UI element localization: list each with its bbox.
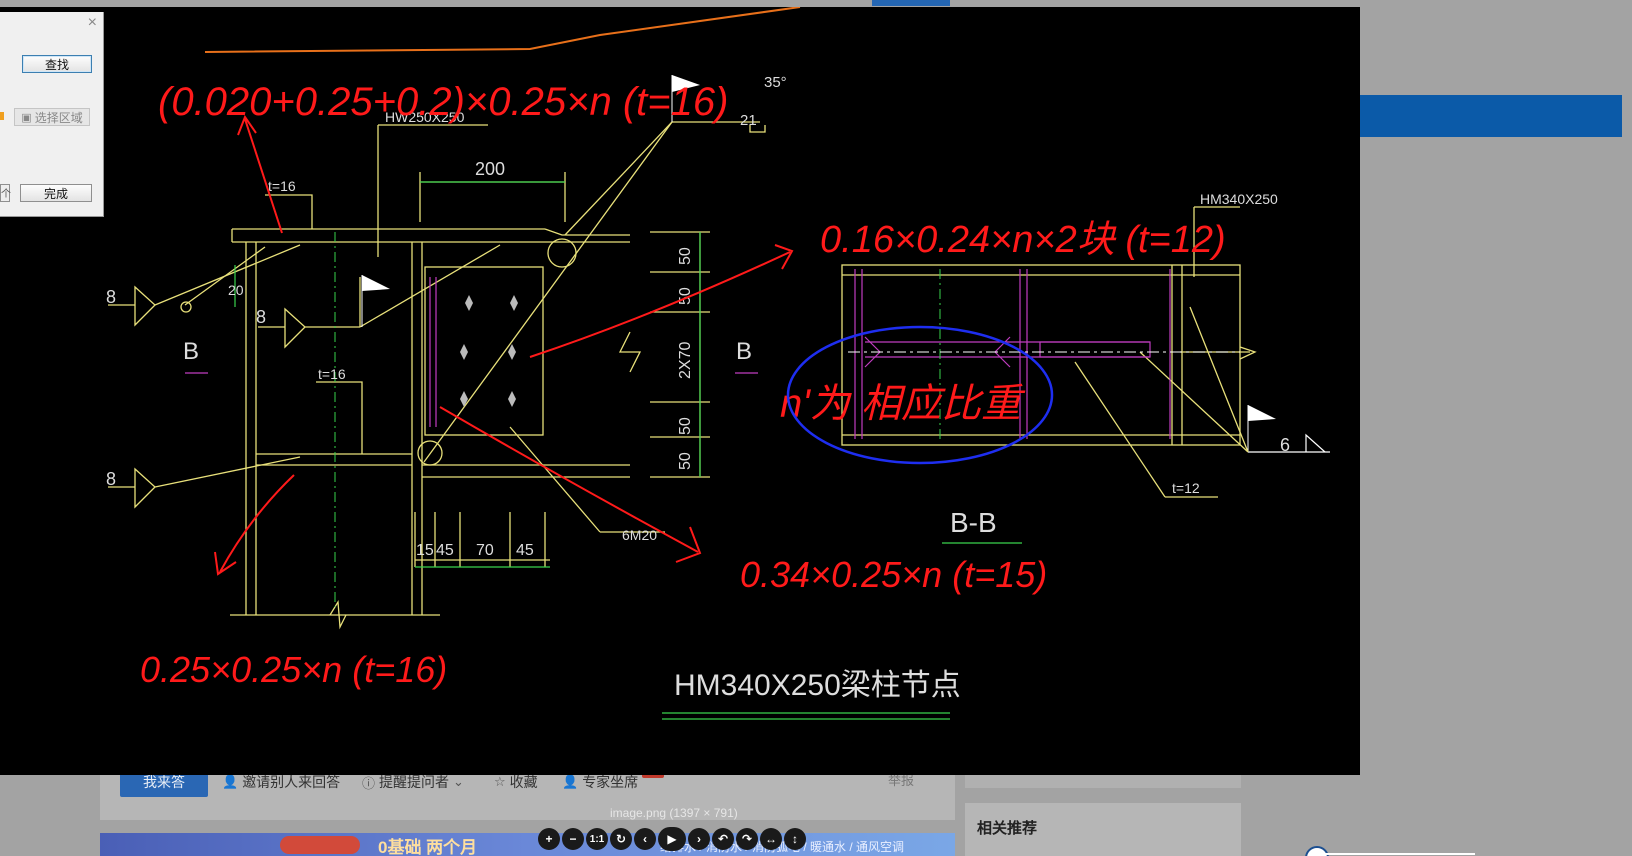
favorite-label: 收藏 xyxy=(509,774,538,790)
label-dim-15: 15 xyxy=(416,542,434,559)
play-button[interactable]: ▶ xyxy=(658,827,686,851)
close-icon[interactable]: × xyxy=(88,14,97,32)
related-recommend-title: 相关推荐 xyxy=(977,820,1038,837)
remind-icon: ⓘ xyxy=(362,775,376,791)
finish-button[interactable]: 完成 xyxy=(20,184,92,202)
invite-answer-link[interactable]: 👤 邀请别人来回答 xyxy=(222,772,340,792)
label-section-bb: B-B xyxy=(950,507,997,538)
rotate-right-button[interactable]: ↷ xyxy=(736,828,758,850)
select-area-label: 选择区域 xyxy=(34,110,83,125)
next-button[interactable]: › xyxy=(688,828,710,850)
rotate-left-button[interactable]: ↶ xyxy=(712,828,734,850)
actual-size-button[interactable]: 1:1 xyxy=(586,828,608,850)
label-dim-50c: 50 xyxy=(677,417,694,435)
find-button[interactable]: 查找 xyxy=(22,55,92,73)
find-dialog: × 查找 ▣ 选择区域 个 完成 xyxy=(0,12,104,217)
chevron-down-icon: ⌄ xyxy=(453,774,464,789)
annotation-circled-note: n'为 相应比重 xyxy=(780,382,1026,426)
right-banner xyxy=(1360,95,1622,137)
label-t12: t=12 xyxy=(1172,480,1200,496)
label-t16-top: t=16 xyxy=(268,178,296,194)
annotation-right-formula: 0.16×0.24×n×2块 (t=12) xyxy=(820,219,1226,261)
zoom-out-button[interactable]: − xyxy=(562,828,584,850)
label-dim-50d: 50 xyxy=(677,452,694,470)
label-title: HM340X250梁柱节点 xyxy=(674,669,961,702)
green-dims xyxy=(234,181,1022,720)
bolt-symbols xyxy=(460,295,518,407)
partial-button[interactable]: 个 xyxy=(0,184,11,202)
label-dim-50a: 50 xyxy=(677,247,694,265)
reset-button[interactable]: ↻ xyxy=(610,828,632,850)
invite-icon: 👤 xyxy=(222,774,239,789)
banner-tag xyxy=(280,836,360,854)
ad-banner[interactable]: 0基础 两个月 给排水 / 消防水 / 消防弧电 / 暖通水 / 通风空调 xyxy=(100,833,955,856)
label-weld-6: 6 xyxy=(1280,435,1290,455)
remind-label: 提醒提问者 xyxy=(379,774,450,790)
select-area-icon: ▣ xyxy=(21,111,32,124)
label-weld-8c: 8 xyxy=(256,307,266,327)
label-dim-70: 70 xyxy=(476,542,494,559)
expert-seat-link[interactable]: 👤 专家坐席 xyxy=(562,772,638,792)
label-dim-45a: 45 xyxy=(436,542,454,559)
label-hm-section: HM340X250 xyxy=(1200,191,1278,207)
label-weld-20: 20 xyxy=(228,282,244,298)
screen: 我来答 👤 邀请别人来回答 ⓘ 提醒提问者 ⌄ ☆ 收藏 👤 专家坐席 举报 相… xyxy=(0,0,1632,856)
label-angle-35: 35° xyxy=(764,74,787,91)
label-weld-8a: 8 xyxy=(106,287,116,307)
label-dim-200: 200 xyxy=(475,159,505,179)
flip-vertical-button[interactable]: ↕ xyxy=(784,828,806,850)
banner-text: 0基础 两个月 xyxy=(378,838,478,856)
favorite-link[interactable]: ☆ 收藏 xyxy=(494,772,538,792)
scroll-track xyxy=(1325,853,1475,855)
annotation-top-formula: (0.020+0.25+0.2)×0.25×n (t=16) xyxy=(158,80,728,124)
label-weld-8b: 8 xyxy=(106,469,116,489)
zoom-in-button[interactable]: + xyxy=(538,828,560,850)
annotation-bottom-formula: 0.25×0.25×n (t=16) xyxy=(140,649,447,690)
label-section-b-left: B xyxy=(183,338,199,365)
label-dim-45b: 45 xyxy=(516,542,534,559)
remind-asker-link[interactable]: ⓘ 提醒提问者 ⌄ xyxy=(362,772,464,792)
top-nav-accent xyxy=(872,0,950,6)
label-bolts: 6M20 xyxy=(622,527,657,543)
red-arrows xyxy=(214,114,794,576)
label-t16-mid: t=16 xyxy=(318,366,346,382)
cad-labels: HW250X250 HM340X250 200 t=16 t=16 t=12 2… xyxy=(106,74,1290,702)
star-icon: ☆ xyxy=(494,774,506,789)
label-dim-2x70: 2X70 xyxy=(677,342,694,379)
expert-icon: 👤 xyxy=(562,774,579,789)
select-area-button[interactable]: ▣ 选择区域 xyxy=(14,108,90,126)
annotation-middle-formula: 0.34×0.25×n (t=15) xyxy=(740,554,1047,595)
viewer-toolbar: + − 1:1 ↻ ‹ ▶ › ↶ ↷ ↔ ↕ xyxy=(538,826,806,852)
prev-button[interactable]: ‹ xyxy=(634,828,656,850)
label-section-b-right: B xyxy=(736,338,752,365)
image-caption: image.png (1397 × 791) xyxy=(610,806,738,820)
expert-label: 专家坐席 xyxy=(582,774,639,790)
flip-horizontal-button[interactable]: ↔ xyxy=(760,828,782,850)
cad-drawing-svg: HW250X250 HM340X250 200 t=16 t=16 t=12 2… xyxy=(106,7,1330,720)
magenta-accents xyxy=(185,277,758,427)
label-weld-21: 21 xyxy=(740,112,757,129)
related-recommend-card: 相关推荐 xyxy=(965,803,1241,856)
invite-label: 邀请别人来回答 xyxy=(242,774,341,790)
warning-icon xyxy=(0,112,4,120)
cad-drawing-image[interactable]: HW250X250 HM340X250 200 t=16 t=16 t=12 2… xyxy=(0,7,1360,775)
handwritten-annotations: (0.020+0.25+0.2)×0.25×n (t=16) 0.16×0.24… xyxy=(140,80,1226,690)
